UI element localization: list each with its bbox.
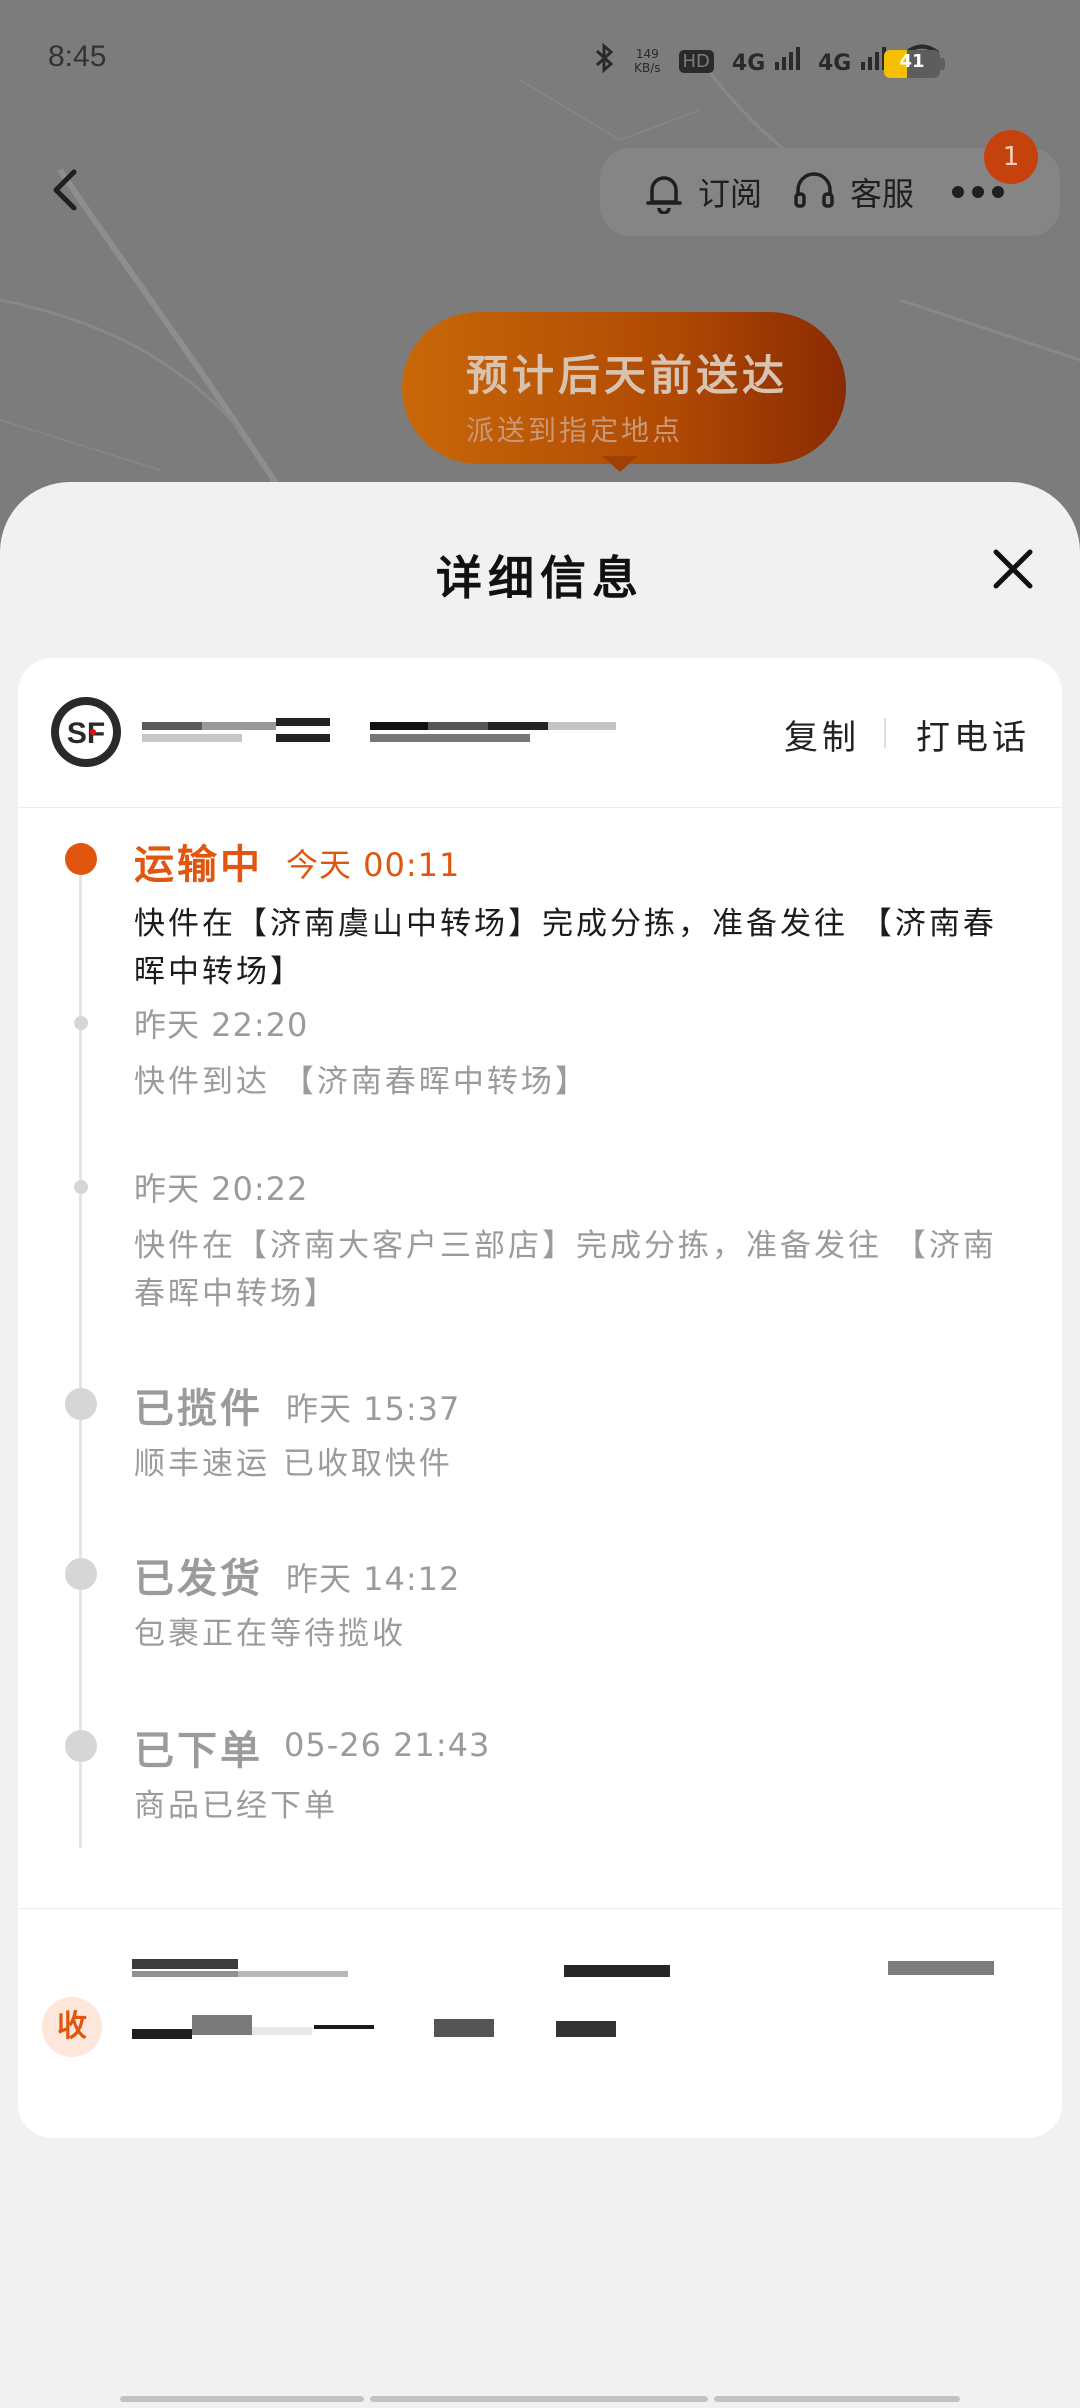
headset-icon	[794, 172, 834, 208]
tracking-timeline: 运输中 今天 00:11 快件在【济南虞山中转场】完成分拣，准备发往 【济南春晖…	[18, 808, 1062, 1908]
back-button[interactable]	[40, 160, 90, 220]
receiver-extra-redacted	[888, 1961, 994, 1975]
subscribe-label: 订阅	[698, 175, 763, 213]
tracking-card: SF 复制 打电话 运输中 今天 00:11 快件在【济南虞山中转场】完成分拣，…	[18, 658, 1062, 2138]
timeline-dot-milestone	[65, 1730, 97, 1762]
timeline-dot	[74, 1180, 88, 1194]
receiver-badge: 收	[42, 1997, 102, 2057]
timeline-description: 商品已经下单	[134, 1788, 338, 1824]
timeline-dot-active	[65, 843, 97, 875]
tracking-number-redacted	[202, 722, 276, 730]
timeline-description: 包裹正在等待揽收	[134, 1616, 406, 1652]
timeline-time: 昨天 20:22	[134, 1170, 309, 1208]
receiver-info[interactable]: 收	[18, 1908, 1062, 2138]
eta-title: 预计后天前送达	[466, 351, 789, 400]
tracking-number-redacted	[142, 722, 202, 730]
speed-unit: KB/s	[634, 61, 661, 75]
eta-subtitle: 派送到指定地点	[466, 414, 684, 447]
eta-bubble-tail	[602, 456, 638, 472]
timeline-description: 快件到达 【济南春晖中转场】	[134, 1064, 589, 1100]
detail-sheet: 详细信息 SF 复制 打电话 运输中 今天 00:11 快件在【济南虞山中转场】…	[0, 482, 1080, 2408]
timeline-time: 昨天 22:20	[134, 1006, 309, 1044]
timeline-description: 快件在【济南虞山中转场】完成分拣，准备发往 【济南春晖中转场】	[134, 906, 997, 990]
eta-bubble: 预计后天前送达 派送到指定地点	[402, 312, 846, 464]
close-button[interactable]	[986, 542, 1040, 596]
timeline-time: 昨天 14:12	[286, 1560, 461, 1598]
network-speed: 149 KB/s	[634, 47, 660, 75]
timeline-description: 顺丰速运 已收取快件	[134, 1446, 453, 1482]
timeline-status: 已揽件	[134, 1386, 263, 1432]
timeline-time: 今天 00:11	[286, 846, 461, 884]
sheet-title: 详细信息	[436, 551, 644, 605]
tracking-number-redacted	[276, 718, 330, 726]
notification-badge: 1	[984, 130, 1038, 184]
service-label: 客服	[850, 175, 915, 213]
timeline-status: 运输中	[134, 842, 263, 888]
timeline-time: 昨天 15:37	[286, 1390, 461, 1428]
call-button[interactable]: 打电话	[916, 710, 1030, 759]
timeline-line	[79, 858, 82, 1848]
net-type-2: 4G	[817, 50, 852, 76]
speed-value: 149	[635, 47, 659, 61]
svg-text:SF: SF	[67, 717, 105, 750]
battery-tip	[940, 58, 945, 70]
receiver-address-redacted	[192, 2015, 252, 2035]
tracking-header: SF 复制 打电话	[18, 658, 1062, 808]
receiver-name-redacted	[238, 1971, 348, 1977]
nav-gesture-bar	[714, 2396, 960, 2402]
copy-button[interactable]: 复制	[784, 710, 860, 759]
signal-4g-icon-1: 4G	[731, 46, 800, 76]
customer-service-button[interactable]: 客服	[792, 169, 914, 215]
receiver-address-redacted	[556, 2021, 616, 2037]
sf-express-logo: SF	[48, 694, 124, 770]
receiver-address-redacted	[252, 2027, 312, 2035]
tracking-number-redacted	[370, 722, 428, 730]
timeline-time: 05-26 21:43	[284, 1726, 491, 1764]
receiver-address-redacted	[434, 2019, 494, 2037]
tracking-number-redacted	[428, 722, 488, 730]
nav-gesture-bar	[370, 2396, 708, 2402]
header-divider	[884, 718, 886, 748]
bell-icon	[646, 176, 682, 214]
tracking-number-redacted	[548, 722, 616, 730]
tracking-number-redacted	[142, 734, 242, 742]
close-icon	[993, 549, 1033, 589]
receiver-address-redacted	[314, 2025, 374, 2029]
timeline-status: 已下单	[134, 1728, 263, 1774]
tracking-number-redacted	[370, 734, 530, 742]
status-bar: 8:45 149 KB/s HD 4G 4G 41	[0, 0, 1080, 120]
nav-gesture-bar	[120, 2396, 364, 2402]
timeline-dot-milestone	[65, 1388, 97, 1420]
more-options-icon[interactable]	[952, 186, 1005, 198]
hd-icon: HD	[678, 49, 714, 73]
bluetooth-icon	[594, 42, 616, 80]
receiver-name-redacted	[132, 1959, 238, 1969]
tracking-number-redacted	[488, 722, 548, 730]
timeline-status: 已发货	[134, 1556, 263, 1602]
receiver-name-redacted	[132, 1971, 238, 1977]
tracking-number-redacted	[276, 734, 330, 742]
receiver-address-redacted	[132, 2029, 192, 2039]
signal-4g-icon-2: 4G	[817, 46, 886, 76]
timeline-dot-milestone	[65, 1558, 97, 1590]
receiver-phone-redacted	[564, 1965, 670, 1977]
battery-level: 41	[899, 51, 925, 72]
battery-icon: 41	[884, 50, 940, 78]
timeline-dot	[74, 1016, 88, 1030]
timeline-description: 快件在【济南大客户三部店】完成分拣，准备发往 【济南春晖中转场】	[134, 1228, 997, 1312]
chevron-left-icon	[53, 169, 77, 211]
status-time: 8:45	[48, 40, 107, 73]
net-type-1: 4G	[731, 50, 766, 76]
subscribe-button[interactable]: 订阅	[644, 169, 762, 215]
